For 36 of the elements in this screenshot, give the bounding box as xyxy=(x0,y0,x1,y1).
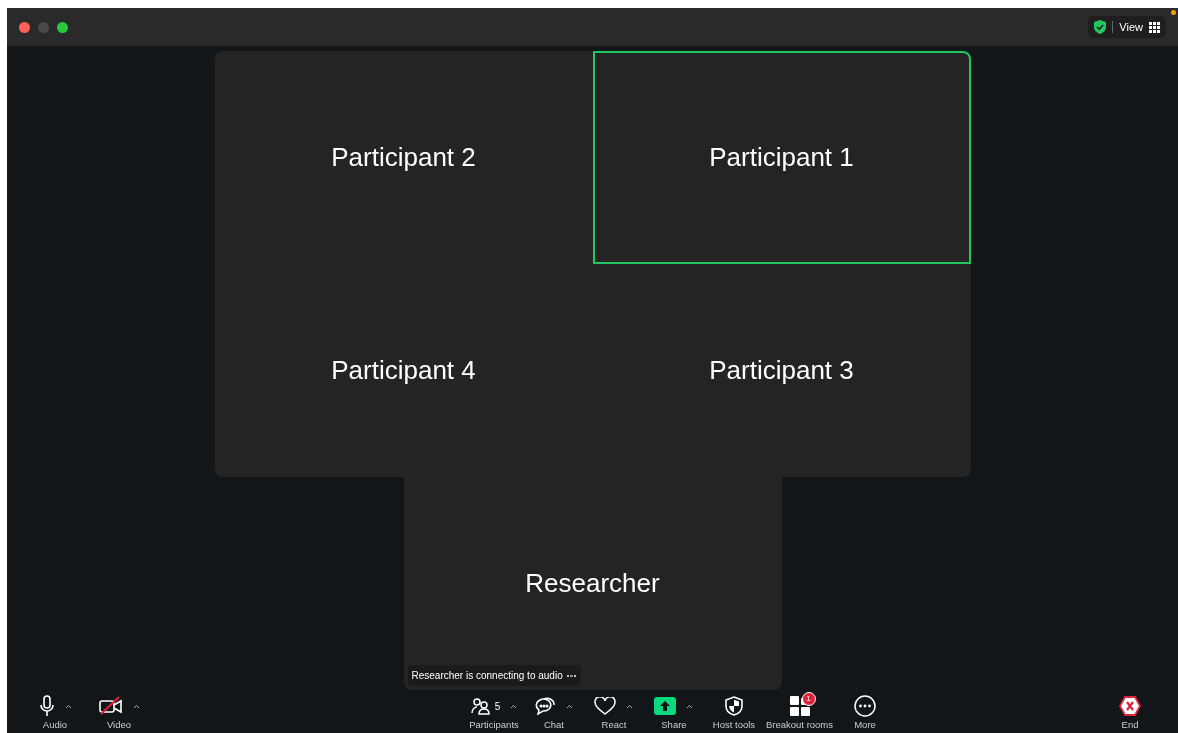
chat-button[interactable]: Chat xyxy=(525,694,582,731)
notification-badge: 1 xyxy=(801,692,816,706)
host-button[interactable]: Host tools xyxy=(705,694,762,731)
participant-name: Participant 1 xyxy=(709,141,854,174)
breakout-button[interactable]: 1 Breakout rooms xyxy=(765,694,834,731)
caret-icon[interactable] xyxy=(64,703,72,709)
participant-name: Participant 3 xyxy=(709,354,854,387)
video-button[interactable]: Video xyxy=(91,694,147,731)
notification-dot xyxy=(1171,10,1176,15)
audio-button[interactable]: Audio xyxy=(27,694,83,731)
participant-name: Participant 4 xyxy=(331,354,476,387)
shield-icon xyxy=(724,696,743,716)
caret-icon[interactable] xyxy=(626,703,634,709)
caret-icon[interactable] xyxy=(566,703,574,709)
share-button[interactable]: Share xyxy=(645,694,702,731)
chat-icon xyxy=(534,696,557,716)
people-icon xyxy=(470,697,491,715)
participant-name: Participant 2 xyxy=(331,141,476,174)
grid-icon[interactable] xyxy=(1149,21,1160,33)
end-button[interactable]: End xyxy=(1102,694,1158,731)
shield-check-icon[interactable] xyxy=(1094,20,1107,34)
close-button[interactable] xyxy=(19,21,30,33)
close-icon xyxy=(1119,696,1141,716)
heart-icon xyxy=(594,696,617,716)
more-button[interactable]: More xyxy=(837,694,894,731)
caret-icon[interactable] xyxy=(132,703,140,709)
react-button[interactable]: React xyxy=(585,694,642,731)
loading-dots-icon xyxy=(566,673,577,678)
participant-count: 5 xyxy=(494,699,501,714)
participants-button[interactable]: 5 Participants xyxy=(465,694,522,731)
participant-name: Researcher xyxy=(525,567,660,600)
caret-icon[interactable] xyxy=(686,703,694,709)
status-text: Researcher is connecting to audio xyxy=(411,669,563,683)
maximize-button[interactable] xyxy=(57,21,68,33)
caret-icon[interactable] xyxy=(510,703,518,709)
more-icon xyxy=(854,695,877,717)
